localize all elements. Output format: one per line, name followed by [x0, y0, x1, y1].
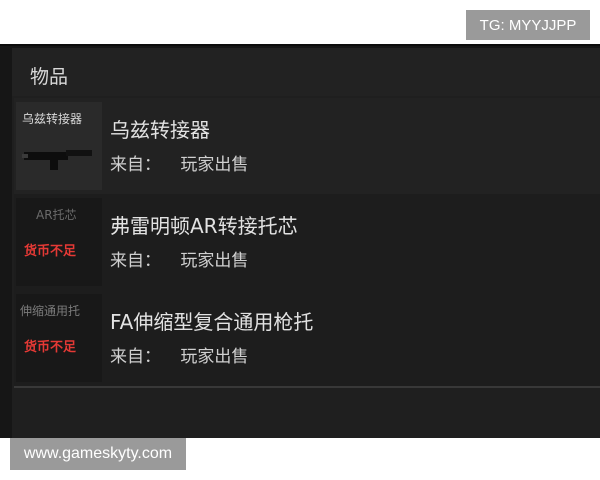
- site-watermark: www.gameskyty.com: [10, 438, 186, 470]
- source-value: 玩家出售: [180, 155, 249, 175]
- thumbnail-label: 乌兹转接器: [22, 112, 83, 126]
- list-item-ar-stock-core[interactable]: AR托芯 货币不足 弗雷明顿AR转接托芯 来自： 玩家出售: [14, 194, 600, 292]
- source-label: 来自：: [110, 347, 161, 367]
- source-label: 来自：: [110, 251, 161, 271]
- item-source: 来自： 玩家出售: [110, 342, 248, 367]
- uzi-adapter-icon: [22, 150, 94, 170]
- list-item-folding-stock[interactable]: 伸缩通用托 货币不足 FA伸缩型复合通用枪托 来自： 玩家出售: [14, 290, 600, 388]
- list-item-uzi-adapter[interactable]: 乌兹转接器 乌兹转接器 来自： 玩家出售: [14, 98, 600, 196]
- items-panel: 物品 乌兹转接器 乌兹转接器 来自： 玩家出售 AR托芯 货币不足 弗雷明顿AR…: [0, 44, 600, 438]
- tg-watermark: TG: MYYJJPP: [466, 10, 590, 40]
- item-thumbnail: 伸缩通用托 货币不足: [16, 294, 102, 382]
- source-value: 玩家出售: [180, 251, 249, 271]
- item-name: FA伸缩型复合通用枪托: [110, 310, 314, 334]
- item-source: 来自： 玩家出售: [110, 150, 248, 175]
- source-label: 来自：: [110, 155, 161, 175]
- thumbnail-label: 伸缩通用托: [20, 304, 81, 318]
- item-source: 来自： 玩家出售: [110, 246, 248, 271]
- source-value: 玩家出售: [180, 347, 249, 367]
- insufficient-funds-label: 货币不足: [24, 244, 77, 259]
- panel-title: 物品: [30, 66, 69, 88]
- insufficient-funds-label: 货币不足: [24, 340, 77, 355]
- panel-header: 物品: [12, 48, 600, 96]
- item-thumbnail: 乌兹转接器: [16, 102, 102, 190]
- item-name: 弗雷明顿AR转接托芯: [110, 214, 298, 238]
- item-name: 乌兹转接器: [110, 118, 210, 142]
- item-thumbnail: AR托芯 货币不足: [16, 198, 102, 286]
- items-list-container: 物品 乌兹转接器 乌兹转接器 来自： 玩家出售 AR托芯 货币不足 弗雷明顿AR…: [12, 48, 600, 438]
- thumbnail-label: AR托芯: [36, 208, 77, 222]
